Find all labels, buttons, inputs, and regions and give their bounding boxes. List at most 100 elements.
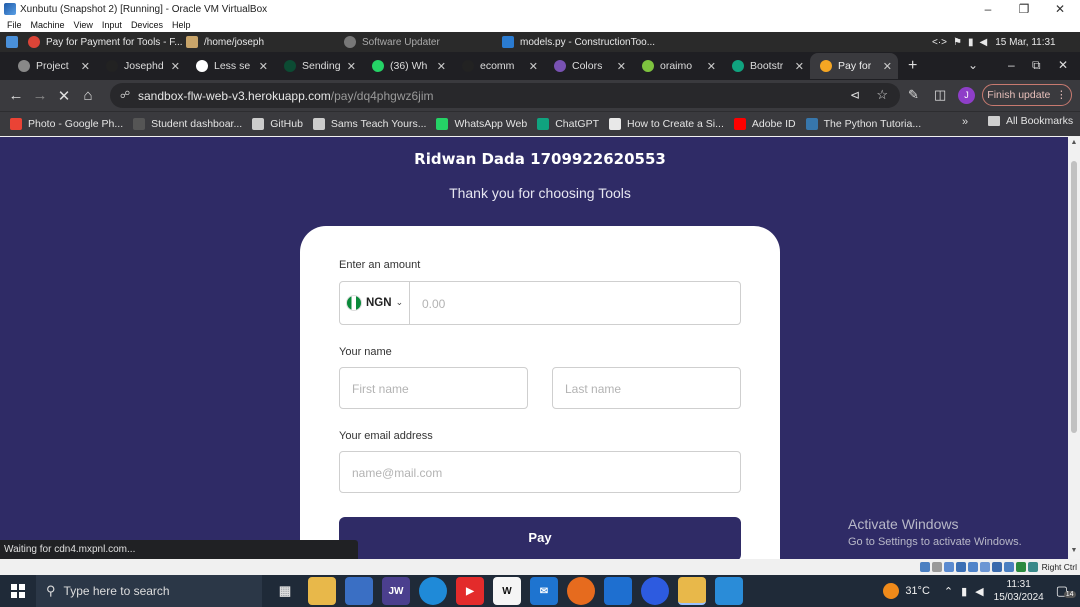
bookmarks-overflow-icon[interactable]: » — [962, 116, 968, 128]
forward-icon[interactable]: → — [28, 87, 52, 104]
scroll-thumb[interactable] — [1071, 161, 1077, 433]
mouse-integration-icon[interactable] — [1027, 561, 1038, 572]
mail-icon[interactable]: ✉ — [530, 577, 558, 605]
scroll-down-icon[interactable]: ▼ — [1068, 547, 1080, 554]
minimize-button[interactable]: – — [970, 0, 1006, 18]
bookmark-item[interactable]: Adobe ID — [733, 118, 796, 130]
menu-view[interactable]: View — [74, 20, 93, 30]
tray-expand-icon[interactable]: ⌃ — [944, 585, 953, 598]
tab-10[interactable]: Pay for ✕ — [810, 53, 898, 79]
menu-help[interactable]: Help — [172, 20, 191, 30]
zoom-icon[interactable] — [641, 577, 669, 605]
email-input[interactable]: name@mail.com — [339, 451, 741, 493]
active-app-icon[interactable] — [678, 577, 706, 605]
close-button[interactable]: ✕ — [1042, 0, 1078, 18]
side-panel-icon[interactable]: ◫ — [934, 87, 946, 103]
tab-close-icon[interactable]: ✕ — [81, 60, 90, 73]
tab-close-icon[interactable]: ✕ — [347, 60, 356, 73]
bookmark-item[interactable]: Sams Teach Yours... — [312, 118, 426, 130]
tab-8[interactable]: oraimo ✕ — [632, 53, 722, 79]
tab-7[interactable]: Colors ✕ — [544, 53, 632, 79]
tab-close-icon[interactable]: ✕ — [883, 60, 892, 73]
last-name-input[interactable]: Last name — [552, 367, 741, 409]
network-adapter-icon[interactable] — [955, 561, 966, 572]
tab-close-icon[interactable]: ✕ — [617, 60, 626, 73]
home-icon[interactable]: ⌂ — [76, 87, 100, 104]
tab-2[interactable]: Josephd ✕ — [96, 53, 186, 79]
profile-avatar[interactable]: J — [958, 87, 975, 104]
notifications-icon[interactable]: ▢ 14 — [1056, 583, 1076, 599]
tab-close-icon[interactable]: ✕ — [259, 60, 268, 73]
page-scrollbar[interactable]: ▲ ▼ — [1068, 137, 1080, 559]
url-text[interactable]: sandbox-flw-web-v3.herokuapp.com/pay/dq4… — [138, 89, 434, 103]
network-icon[interactable]: <·> — [932, 37, 947, 48]
window-close-icon[interactable]: ✕ — [1058, 58, 1068, 72]
file-explorer-icon[interactable] — [308, 577, 336, 605]
weather-temp[interactable]: 31°C — [905, 585, 930, 597]
volume-tray-icon[interactable]: ◀ — [975, 585, 983, 598]
window-minimize-icon[interactable]: – — [1008, 58, 1015, 72]
guest-window-chrome[interactable]: Pay for Payment for Tools - F... — [28, 32, 186, 52]
usb-icon[interactable] — [967, 561, 978, 572]
tab-3[interactable]: Less se ✕ — [186, 53, 274, 79]
guest-window-updater[interactable]: Software Updater — [344, 32, 502, 52]
audio-icon[interactable] — [943, 561, 954, 572]
tab-5[interactable]: (36) Wh ✕ — [362, 53, 452, 79]
all-bookmarks[interactable]: All Bookmarks — [988, 115, 1073, 127]
bookmark-item[interactable]: How to Create a Si... — [608, 118, 724, 130]
tab-4[interactable]: Sending ✕ — [274, 53, 362, 79]
menu-machine[interactable]: Machine — [31, 20, 65, 30]
restore-button[interactable]: ❐ — [1006, 0, 1042, 18]
guest-menu-icon[interactable] — [6, 32, 28, 52]
taskbar-search[interactable]: ⚲ Type here to search — [36, 575, 262, 607]
menu-input[interactable]: Input — [102, 20, 122, 30]
tab-9[interactable]: Bootstr ✕ — [722, 53, 810, 79]
bell-icon[interactable]: ⚑ — [953, 37, 962, 48]
back-icon[interactable]: ← — [4, 87, 28, 104]
battery-icon[interactable]: ▮ — [968, 37, 974, 48]
bookmark-item[interactable]: Student dashboar... — [133, 118, 242, 130]
site-info-icon[interactable]: ☍ — [120, 90, 130, 101]
firefox-icon[interactable] — [567, 577, 595, 605]
photos-icon[interactable] — [715, 577, 743, 605]
new-tab-icon[interactable]: + — [908, 57, 917, 75]
weather-icon[interactable] — [883, 583, 900, 599]
address-bar[interactable]: ☍ sandbox-flw-web-v3.herokuapp.com/pay/d… — [110, 83, 900, 108]
window-maximize-icon[interactable]: ⧉ — [1032, 58, 1041, 73]
tab-search-icon[interactable]: ⌄ — [968, 58, 978, 72]
guest-datetime[interactable]: 15 Mar, 11:31 — [995, 37, 1055, 48]
tab-6[interactable]: ecomm ✕ — [452, 53, 544, 79]
youtube-icon[interactable]: ▶ — [456, 577, 484, 605]
bookmark-item[interactable]: The Python Tutoria... — [805, 118, 921, 130]
pay-button[interactable]: Pay — [339, 517, 741, 559]
stop-loading-icon[interactable]: ✕ — [52, 87, 76, 105]
hdd-icon[interactable] — [919, 561, 930, 572]
menu-devices[interactable]: Devices — [131, 20, 163, 30]
display-icon[interactable] — [991, 561, 1002, 572]
tab-close-icon[interactable]: ✕ — [707, 60, 716, 73]
share-icon[interactable]: ⊲ — [850, 88, 860, 102]
bookmark-item[interactable]: ChatGPT — [537, 118, 599, 130]
cpu-icon[interactable] — [1015, 561, 1026, 572]
bookmark-star-icon[interactable]: ☆ — [876, 87, 888, 103]
tab-1[interactable]: Project ✕ — [8, 53, 96, 79]
extensions-icon[interactable]: ✎ — [908, 87, 919, 103]
amount-input[interactable]: 0.00 — [422, 297, 445, 311]
currency-select[interactable]: NGN ⌄ — [339, 281, 410, 324]
wikipedia-icon[interactable]: W — [493, 577, 521, 605]
finish-update-button[interactable]: Finish update ⋮ — [982, 84, 1072, 106]
guest-window-vscode[interactable]: models.py - ConstructionToo... — [502, 32, 672, 52]
store-icon[interactable] — [345, 577, 373, 605]
bookmark-item[interactable]: GitHub — [252, 118, 303, 130]
task-view-icon[interactable]: ▦ — [271, 577, 299, 605]
start-button[interactable] — [0, 575, 36, 607]
taskbar-clock[interactable]: 11:31 15/03/2024 — [994, 578, 1044, 604]
battery-tray-icon[interactable]: ▮ — [961, 585, 967, 598]
scroll-up-icon[interactable]: ▲ — [1068, 139, 1080, 146]
volume-icon[interactable]: ◀ — [980, 37, 988, 48]
shared-folder-icon[interactable] — [979, 561, 990, 572]
optical-icon[interactable] — [931, 561, 942, 572]
guest-window-files[interactable]: /home/joseph — [186, 32, 344, 52]
virtualbox-taskbar-icon[interactable] — [604, 577, 632, 605]
first-name-input[interactable]: First name — [339, 367, 528, 409]
